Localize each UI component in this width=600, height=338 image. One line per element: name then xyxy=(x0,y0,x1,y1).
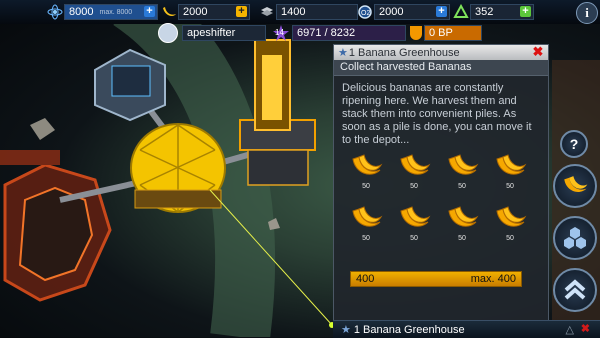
xp-box: 6971 / 8232 xyxy=(292,25,406,41)
pile-amount: 50 xyxy=(362,235,370,242)
banana-pile-2[interactable]: 50 xyxy=(394,153,434,197)
resource-recycle[interactable]: 352 + xyxy=(452,4,534,20)
avatar[interactable] xyxy=(158,23,178,43)
oxygen-icon: O2 xyxy=(356,3,374,21)
selected-building-label: 1 Banana Greenhouse xyxy=(353,323,465,336)
resource-bar: 8000 max. 8000 + 2000 + 1400 O2 2000 + 3… xyxy=(0,0,600,24)
resource-bananas[interactable]: 2000 + xyxy=(160,4,250,20)
banana-bunch-icon xyxy=(352,206,383,227)
build-modules-button[interactable] xyxy=(553,216,597,260)
banana-pile-3[interactable]: 50 xyxy=(442,153,482,197)
panel-subtitle: Collect harvested Bananas xyxy=(334,60,548,76)
banana-pile-7[interactable]: 50 xyxy=(442,205,482,249)
resource-metal: 1400 xyxy=(258,4,358,20)
question-icon: ? xyxy=(569,136,579,152)
energy-atom-icon xyxy=(46,3,64,21)
recycle-value-box: 352 + xyxy=(470,4,534,20)
resource-oxygen[interactable]: O2 2000 + xyxy=(356,4,450,20)
pile-amount: 50 xyxy=(458,183,466,190)
banana-bunch-icon xyxy=(564,176,588,192)
add-energy-button[interactable]: + xyxy=(144,6,155,17)
bananas-value-box: 2000 + xyxy=(178,4,250,20)
pile-amount: 50 xyxy=(506,235,514,242)
energy-value: 8000 xyxy=(69,6,94,18)
panel-description: Delicious bananas are constantly ripenin… xyxy=(342,82,532,146)
star-icon: ★ xyxy=(338,47,348,59)
banana-bunch-icon xyxy=(352,154,383,175)
close-bottom-button[interactable]: ✖ xyxy=(581,322,590,335)
selected-building-bar[interactable]: ★ 1 Banana Greenhouse △ ✖ xyxy=(333,320,600,338)
collect-bananas-button[interactable] xyxy=(553,164,597,208)
upgrade-button[interactable] xyxy=(553,268,597,312)
recycle-value: 352 xyxy=(475,6,494,18)
greenhouse-dome xyxy=(130,123,226,213)
bananas-value: 2000 xyxy=(183,6,208,18)
pile-amount: 50 xyxy=(362,183,370,190)
banana-bunch-icon xyxy=(496,154,527,175)
banana-bunch-icon xyxy=(448,154,479,175)
banana-pile-4[interactable]: 50 xyxy=(490,153,530,197)
collect-amount-field[interactable]: 400 max. 400 xyxy=(350,271,522,287)
bp-box: 0 BP xyxy=(424,25,482,41)
banana-pile-6[interactable]: 50 xyxy=(394,205,434,249)
pile-amount: 50 xyxy=(410,183,418,190)
banana-bunch-icon xyxy=(448,206,479,227)
energy-value-box: 8000 max. 8000 + xyxy=(64,4,158,20)
metal-value: 1400 xyxy=(281,6,306,18)
help-button[interactable]: ? xyxy=(560,130,588,158)
pile-amount: 50 xyxy=(506,183,514,190)
user-bar: apeshifter 14 6971 / 8232 0 BP xyxy=(158,23,482,43)
banana-bunch-icon xyxy=(496,206,527,227)
info-button[interactable]: i xyxy=(576,2,598,24)
star-icon: ★ xyxy=(341,324,351,336)
banana-pile-1[interactable]: 50 xyxy=(346,153,386,197)
bp-value: 0 BP xyxy=(429,27,453,39)
oxygen-value: 2000 xyxy=(379,6,404,18)
station-tower xyxy=(239,39,316,186)
energy-max: max. 8000 xyxy=(99,8,133,16)
panel-title: 1 Banana Greenhouse xyxy=(348,46,460,59)
pile-amount: 50 xyxy=(458,235,466,242)
collect-amount-value: 400 xyxy=(356,273,375,285)
level-badge: 14 xyxy=(272,24,290,42)
pile-amount: 50 xyxy=(410,235,418,242)
banana-bunch-icon xyxy=(400,154,431,175)
building-info-panel: ★ 1 Banana Greenhouse ✖ Collect harveste… xyxy=(333,44,549,328)
recycle-small-icon: △ xyxy=(565,324,574,336)
add-recycle-button[interactable]: + xyxy=(520,6,531,17)
panel-title-bar: ★ 1 Banana Greenhouse ✖ xyxy=(334,45,548,60)
add-oxygen-button[interactable]: + xyxy=(436,6,447,17)
username-box: apeshifter xyxy=(182,25,266,41)
recycle-icon xyxy=(452,3,470,21)
level-number: 14 xyxy=(275,28,284,37)
hexagons-icon xyxy=(564,227,586,249)
banana-pile-5[interactable]: 50 xyxy=(346,205,386,249)
add-bananas-button[interactable]: + xyxy=(236,6,247,17)
username: apeshifter xyxy=(187,27,236,39)
chevron-up-icon xyxy=(564,279,586,300)
station-red-ring xyxy=(0,150,112,302)
metal-value-box: 1400 xyxy=(276,4,358,20)
close-icon: ✖ xyxy=(580,323,590,335)
banana-bunch-icon xyxy=(400,206,431,227)
svg-text:O2: O2 xyxy=(361,10,370,17)
bp-shield-icon xyxy=(410,26,422,40)
banana-pile-8[interactable]: 50 xyxy=(490,205,530,249)
oxygen-value-box: 2000 + xyxy=(374,4,450,20)
close-icon: ✖ xyxy=(532,44,544,59)
station-top-module xyxy=(94,48,166,122)
close-panel-button[interactable]: ✖ xyxy=(532,44,544,59)
info-icon: i xyxy=(585,5,589,20)
collect-amount-max: max. 400 xyxy=(470,273,516,285)
metal-plates-icon xyxy=(258,3,276,21)
banana-icon xyxy=(160,3,178,21)
xp-value: 6971 / 8232 xyxy=(297,27,356,39)
resource-energy[interactable]: 8000 max. 8000 + xyxy=(46,4,158,20)
